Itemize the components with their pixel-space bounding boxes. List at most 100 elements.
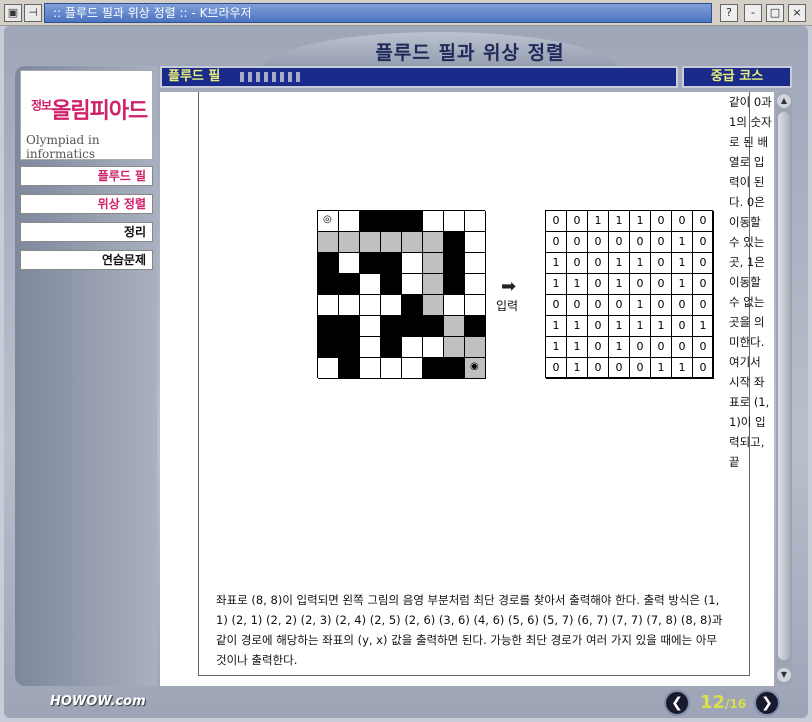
maze-cell (423, 337, 444, 358)
sidebar-item-flood-fill[interactable]: 플루드 필 (20, 166, 153, 186)
matrix-cell: 0 (567, 232, 588, 253)
maze-cell (339, 211, 360, 232)
matrix-cell: 1 (630, 211, 651, 232)
prev-page-button[interactable]: ❮ (664, 690, 690, 716)
matrix-cell: 0 (588, 358, 609, 379)
matrix-cell: 0 (588, 253, 609, 274)
matrix-cell: 0 (693, 358, 714, 379)
sidebar-item-exercises[interactable]: 연습문제 (20, 250, 153, 270)
maze-cell (402, 232, 423, 253)
maze-cell (360, 232, 381, 253)
scroll-thumb[interactable] (778, 112, 790, 660)
maze-cell: ◎ (318, 211, 339, 232)
help-button[interactable]: ? (720, 4, 738, 22)
matrix-cell: 0 (609, 232, 630, 253)
maze-cell (402, 253, 423, 274)
matrix-cell: 0 (651, 274, 672, 295)
matrix-cell: 1 (609, 316, 630, 337)
matrix-cell: 0 (609, 358, 630, 379)
current-page: 12 (700, 692, 726, 713)
maze-cell (360, 274, 381, 295)
scroll-down-icon[interactable]: ▼ (777, 668, 791, 682)
matrix-cell: 1 (609, 337, 630, 358)
maximize-button[interactable]: □ (766, 4, 784, 22)
bottom-paragraph: 좌표로 (8, 8)이 입력되면 왼쪽 그림의 음영 부분처럼 최단 경로를 찾… (216, 593, 723, 667)
maze-cell (360, 253, 381, 274)
maze-cell (465, 232, 486, 253)
app-icon[interactable]: ▣ (4, 4, 22, 22)
logo-korean: 정보올림피아드 (31, 98, 148, 124)
content-area: ◎ ◉ ➡ 입력 00111000000000101001101011010010… (160, 92, 774, 686)
maze-cell (402, 295, 423, 316)
maze-cell (444, 274, 465, 295)
matrix-cell: 0 (693, 337, 714, 358)
maze-cell (423, 295, 444, 316)
pin-icon[interactable]: ⊣ (24, 4, 42, 22)
maze-cell (339, 253, 360, 274)
matrix-cell: 1 (672, 358, 693, 379)
maze-cell (465, 316, 486, 337)
maze-cell (465, 274, 486, 295)
minimize-button[interactable]: - (744, 4, 762, 22)
maze-cell (360, 337, 381, 358)
maze-cell (402, 358, 423, 379)
maze-cell (360, 295, 381, 316)
matrix-cell: 0 (693, 274, 714, 295)
maze-cell (465, 253, 486, 274)
matrix-cell: 1 (546, 274, 567, 295)
maze-cell (381, 211, 402, 232)
matrix-cell: 1 (651, 316, 672, 337)
matrix-cell: 0 (546, 358, 567, 379)
maze-cell (318, 232, 339, 253)
maze-cell (423, 316, 444, 337)
matrix-cell: 1 (651, 358, 672, 379)
maze-cell (465, 337, 486, 358)
maze-grid: ◎ ◉ (317, 210, 486, 379)
total-pages: /16 (725, 697, 747, 711)
matrix-cell: 0 (567, 295, 588, 316)
maze-cell (402, 274, 423, 295)
maze-cell (444, 358, 465, 379)
maze-cell (318, 337, 339, 358)
side-paragraph: 같이 0과 1의 숫자로 된 배열로 입력이 된다. 0은 이동할 수 있는 곳… (729, 95, 772, 469)
maze-cell (402, 316, 423, 337)
matrix-cell: 0 (546, 295, 567, 316)
section-header: 플루드 필 (160, 66, 678, 88)
matrix-cell: 1 (693, 316, 714, 337)
page-title: 플루드 필과 위상 정렬 (375, 42, 565, 64)
maze-cell (339, 337, 360, 358)
matrix-cell: 0 (588, 337, 609, 358)
matrix-cell: 1 (546, 253, 567, 274)
close-button[interactable]: × (788, 4, 806, 22)
next-page-button[interactable]: ❯ (754, 690, 780, 716)
maze-cell (381, 358, 402, 379)
matrix-cell: 0 (546, 232, 567, 253)
matrix-cell: 0 (588, 316, 609, 337)
matrix-cell: 1 (567, 274, 588, 295)
input-label: 입력 (496, 299, 519, 313)
scroll-up-icon[interactable]: ▲ (777, 94, 791, 108)
maze-cell (444, 253, 465, 274)
matrix-cell: 0 (567, 253, 588, 274)
matrix-cell: 0 (651, 295, 672, 316)
matrix-cell: 0 (693, 253, 714, 274)
matrix-cell: 0 (630, 274, 651, 295)
matrix-cell: 0 (693, 211, 714, 232)
sidebar-item-topological-sort[interactable]: 위상 정렬 (20, 194, 153, 214)
logo-english: Olympiad in informatics (26, 133, 100, 161)
maze-cell (444, 295, 465, 316)
matrix-cell: 0 (588, 274, 609, 295)
maze-cell: ◉ (465, 358, 486, 379)
matrix-cell: 0 (630, 232, 651, 253)
maze-cell (339, 316, 360, 337)
maze-cell (318, 295, 339, 316)
end-marker-icon: ◉ (470, 361, 479, 372)
maze-cell (339, 358, 360, 379)
vertical-scrollbar[interactable]: ▲ ▼ (776, 92, 792, 686)
matrix-cell: 0 (672, 337, 693, 358)
maze-cell (360, 316, 381, 337)
matrix-cell: 0 (672, 316, 693, 337)
matrix-cell: 1 (609, 253, 630, 274)
sidebar-item-summary[interactable]: 정리 (20, 222, 153, 242)
matrix-cell: 1 (630, 295, 651, 316)
